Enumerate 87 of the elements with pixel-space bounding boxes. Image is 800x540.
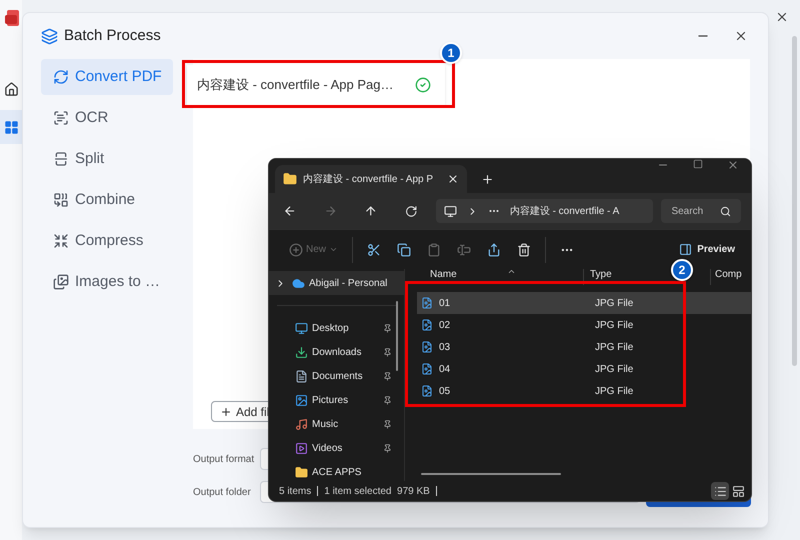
close-icon[interactable]: [734, 29, 748, 43]
image-file-icon: [421, 363, 433, 375]
new-tab-icon[interactable]: [481, 172, 494, 186]
sidebar-item[interactable]: Compress: [41, 223, 173, 259]
close-icon[interactable]: [775, 10, 789, 24]
trash-icon: [517, 242, 532, 256]
pin-icon: [383, 444, 392, 452]
scrollbar[interactable]: [396, 301, 398, 371]
file-card[interactable]: 内容建设 - convertfile - App Pag…: [187, 65, 445, 105]
address-path: 内容建设 - convertfile - A: [510, 204, 620, 218]
back-icon[interactable]: [283, 204, 296, 218]
sidebar-item[interactable]: OCR: [41, 100, 173, 136]
explorer-tab[interactable]: 内容建设 - convertfile - App P: [275, 165, 467, 193]
column-header[interactable]: Comp: [710, 269, 742, 285]
tools-button[interactable]: [0, 110, 22, 144]
forward-icon[interactable]: [324, 204, 338, 218]
download-icon: [295, 346, 308, 358]
plus-circle-icon: [289, 242, 303, 256]
view-button[interactable]: [711, 482, 729, 500]
image-file-icon: [421, 341, 433, 353]
sort-icon: [507, 269, 516, 276]
search-icon: [720, 206, 731, 216]
compress-icon: [53, 233, 69, 249]
clipboard-icon: [427, 242, 442, 256]
refresh-icon[interactable]: [405, 204, 418, 218]
address-bar[interactable]: 内容建设 - convertfile - A: [436, 199, 654, 223]
pdf-logo-icon: [5, 10, 21, 28]
music-icon: [295, 418, 308, 430]
up-icon[interactable]: [364, 204, 378, 218]
folder-icon: [283, 172, 297, 186]
copy-icon: [397, 242, 412, 256]
images-icon: [53, 274, 69, 290]
preview-pane-icon: [679, 243, 692, 256]
layers-icon: [41, 28, 58, 44]
sidebar-item[interactable]: Split: [41, 141, 173, 177]
dialog-title: Batch Process: [64, 26, 162, 46]
image-file-icon: [421, 385, 433, 397]
monitor-icon: [444, 204, 457, 218]
sidebar-item[interactable]: Combine: [41, 182, 173, 218]
split-icon: [53, 151, 69, 167]
convert-icon: [53, 69, 69, 85]
close-icon[interactable]: [727, 159, 739, 171]
scrollbar[interactable]: [792, 36, 797, 366]
field-label: Output folder: [193, 486, 252, 500]
pin-icon: [383, 348, 392, 356]
video-icon: [295, 442, 308, 454]
file-name: 内容建设 - convertfile - App Pag…: [197, 76, 395, 94]
nav-item[interactable]: Desktop: [269, 316, 404, 340]
pin-icon: [383, 420, 392, 428]
tiles-view-icon: [732, 484, 744, 498]
nav-item[interactable]: ACE APPS: [269, 460, 404, 481]
folder-icon: [295, 466, 308, 478]
pin-icon: [383, 372, 392, 380]
combine-icon: [53, 192, 69, 208]
sidebar-item[interactable]: Images to …: [41, 264, 173, 300]
status-text: 1 item selected 979 KB: [324, 484, 430, 498]
scissors-icon: [367, 242, 382, 256]
plus-icon: [220, 406, 232, 418]
nav-item[interactable]: Documents: [269, 364, 404, 388]
file-row[interactable]: 01 JPG File: [417, 292, 751, 314]
search-field[interactable]: Search: [661, 199, 741, 223]
caret-icon: [329, 245, 338, 254]
field-label: Output format: [193, 452, 256, 466]
nav-item[interactable]: Downloads: [269, 340, 404, 364]
maximize-icon[interactable]: [693, 159, 703, 169]
close-icon[interactable]: [447, 173, 459, 185]
column-header[interactable]: Name: [405, 269, 583, 281]
home-icon: [4, 82, 18, 96]
preview-button[interactable]: Preview: [679, 242, 735, 257]
details-view-icon: [714, 484, 726, 498]
grid-icon: [4, 120, 18, 134]
image-file-icon: [421, 319, 433, 331]
rename-icon: [457, 242, 472, 256]
ocr-icon: [53, 110, 69, 126]
pin-icon: [383, 324, 392, 332]
sidebar-item[interactable]: Convert PDF: [41, 59, 173, 95]
document-icon: [295, 370, 308, 382]
monitor-icon: [295, 322, 308, 334]
scrollbar[interactable]: [421, 473, 561, 475]
image-file-icon: [421, 297, 433, 309]
image-icon: [295, 394, 308, 406]
nav-item[interactable]: Abigail - Personal: [269, 271, 404, 295]
cloud-icon: [292, 276, 305, 290]
share-icon: [487, 242, 502, 256]
nav-item[interactable]: Videos: [269, 436, 404, 460]
pin-icon: [383, 396, 392, 404]
status-text: 5 items: [279, 484, 312, 498]
